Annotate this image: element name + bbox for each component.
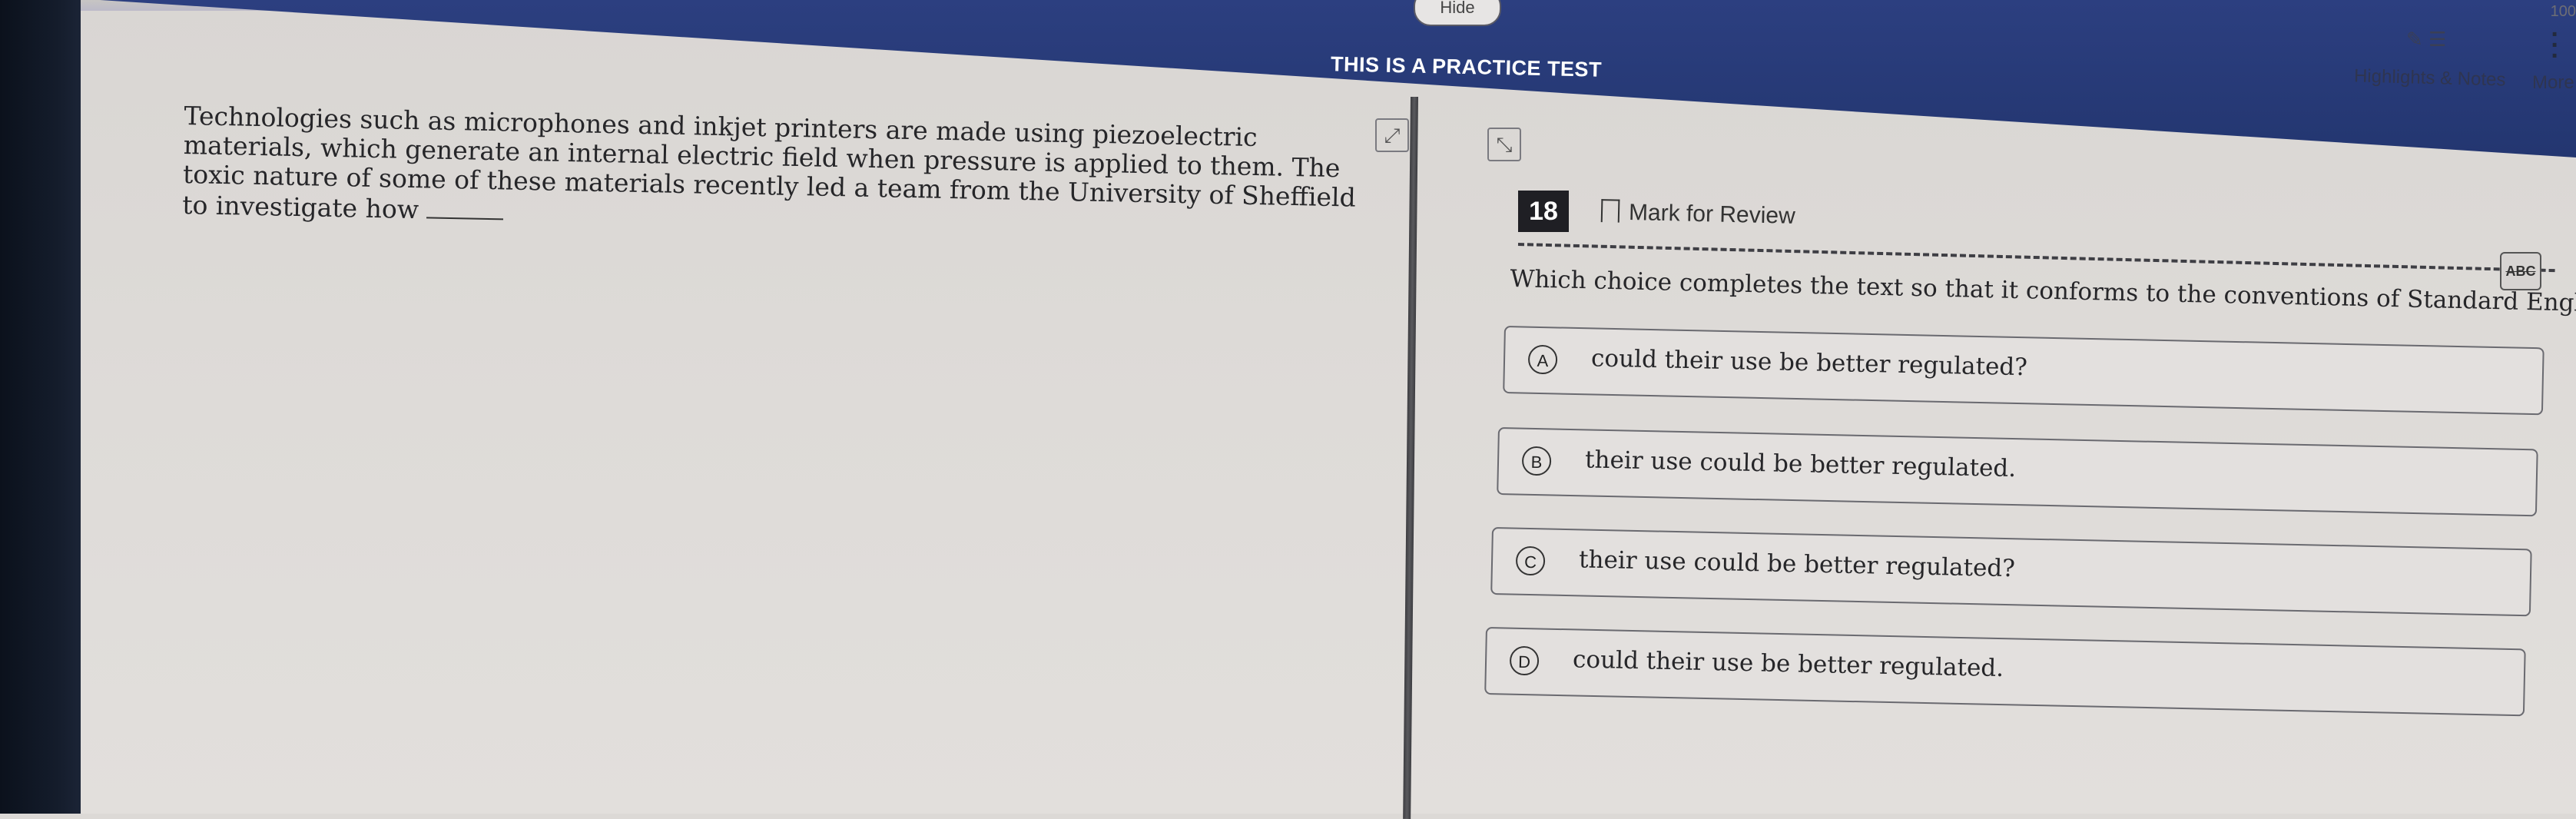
option-letter: A (1527, 344, 1558, 375)
passage-blank (426, 194, 504, 220)
passage-text: Technologies such as microphones and ink… (182, 101, 1360, 244)
highlights-notes-label[interactable]: Highlights & Notes (2354, 65, 2506, 91)
option-text: their use could be better regulated. (1584, 446, 2017, 483)
question-number: 18 (1518, 191, 1569, 232)
pen-icon: ✎ (2406, 28, 2423, 51)
option-text: could their use be better regulated. (1572, 645, 2004, 683)
option-text: could their use be better regulated? (1590, 344, 2028, 382)
highlights-notes-button[interactable]: ✎ ☰ (2406, 28, 2446, 51)
mark-for-review-button[interactable]: Mark for Review (1600, 199, 1796, 230)
option-text: their use could be better regulated? (1578, 545, 2016, 583)
more-button[interactable]: More (2532, 72, 2574, 94)
collapse-icon[interactable]: ⤡ (1487, 128, 1521, 161)
option-letter: B (1521, 446, 1552, 476)
mark-for-review-label: Mark for Review (1628, 199, 1796, 229)
device-bezel (0, 0, 81, 814)
option-letter: D (1509, 645, 1540, 676)
bookmark-icon (1600, 199, 1620, 223)
hide-button[interactable]: Hide (1414, 0, 1501, 26)
expand-icon[interactable]: ⤢ (1375, 118, 1409, 152)
answer-eliminator-button[interactable]: ABC (2500, 252, 2541, 290)
timer-counter: 100 (2550, 3, 2576, 20)
vertical-dots-icon[interactable]: · · · (2551, 22, 2560, 69)
note-icon: ☰ (2428, 28, 2447, 51)
option-letter: C (1515, 545, 1546, 576)
